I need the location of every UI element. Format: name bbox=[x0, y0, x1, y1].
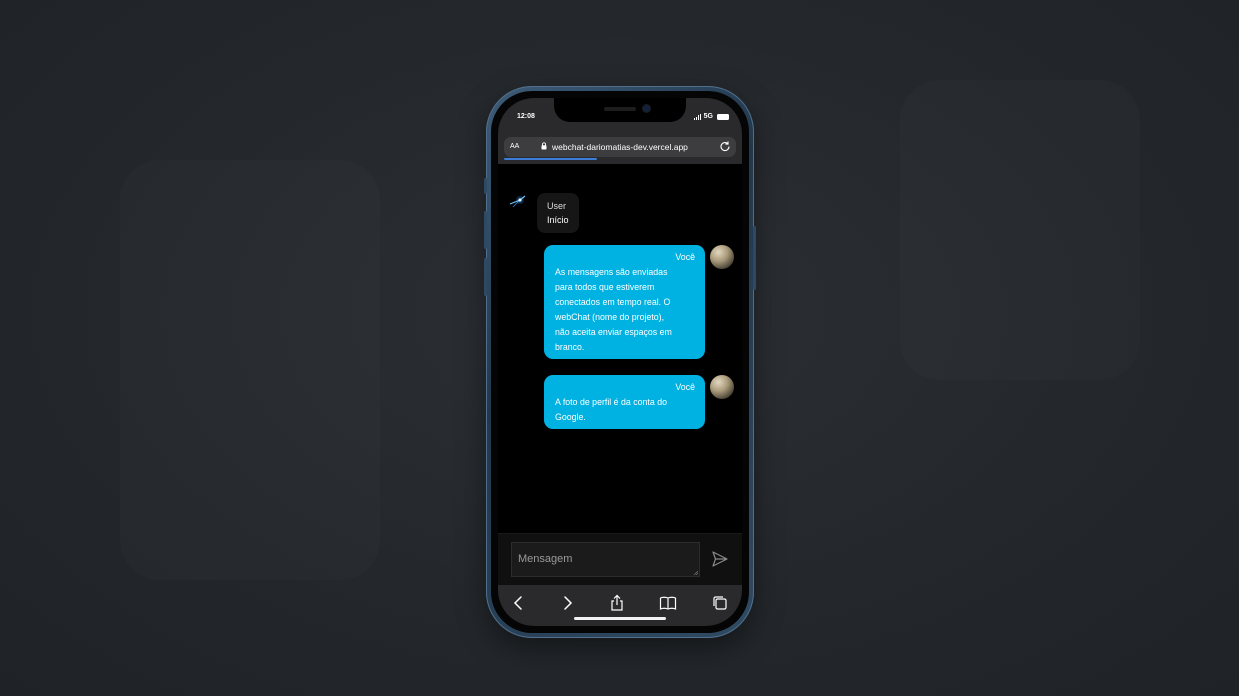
message-line: conectados em tempo real. O bbox=[555, 297, 671, 307]
resize-grip-icon[interactable] bbox=[693, 570, 698, 575]
phone-bezel: 12:08 5G AA webchat-dariomatias-dev.verc… bbox=[491, 91, 749, 633]
book-icon[interactable] bbox=[659, 594, 677, 612]
browser-toolbar bbox=[498, 585, 742, 626]
message-bubble-outgoing: Você As mensagens são enviadas para todo… bbox=[544, 245, 705, 359]
phone-side-button bbox=[484, 211, 487, 249]
send-icon[interactable] bbox=[711, 550, 729, 568]
message-composer: Mensagem bbox=[498, 533, 742, 586]
notch bbox=[554, 98, 686, 122]
message-sender: Você bbox=[675, 382, 695, 392]
status-indicators: 5G bbox=[693, 113, 729, 120]
message-line: para todos que estiverem bbox=[555, 282, 655, 292]
phone-mockup: 12:08 5G AA webchat-dariomatias-dev.verc… bbox=[484, 86, 756, 638]
chat-area[interactable]: User Início Você As mensagens são enviad… bbox=[498, 164, 742, 533]
message-line: não aceita enviar espaços em bbox=[555, 327, 672, 337]
message-bubble-outgoing: Você A foto de perfil é da conta do Goog… bbox=[544, 375, 705, 429]
user-avatar bbox=[509, 195, 526, 208]
message-input-placeholder: Mensagem bbox=[518, 553, 573, 565]
phone-side-button bbox=[484, 178, 487, 194]
battery-icon bbox=[717, 113, 729, 120]
background-shape bbox=[120, 160, 380, 580]
message-sender: Você bbox=[675, 252, 695, 262]
address-bar[interactable]: AA webchat-dariomatias-dev.vercel.app bbox=[504, 137, 736, 157]
message-sender: User bbox=[547, 201, 567, 211]
tabs-icon[interactable] bbox=[711, 594, 729, 612]
profile-avatar bbox=[710, 375, 734, 399]
message-text: Início bbox=[547, 215, 569, 225]
message-line: branco. bbox=[555, 342, 585, 352]
message-line: A foto de perfil é da conta do bbox=[555, 397, 667, 407]
signal-icon bbox=[693, 113, 702, 120]
page-load-progress bbox=[504, 158, 597, 160]
status-time: 12:08 bbox=[517, 113, 535, 120]
profile-avatar bbox=[710, 245, 734, 269]
home-indicator[interactable] bbox=[574, 617, 666, 620]
text-size-button[interactable]: AA bbox=[510, 143, 519, 150]
chevron-left-icon[interactable] bbox=[510, 594, 528, 612]
lock-icon bbox=[541, 142, 547, 150]
phone-side-button bbox=[753, 226, 756, 290]
network-label: 5G bbox=[703, 113, 713, 120]
speaker-grille bbox=[604, 107, 636, 111]
message-input[interactable]: Mensagem bbox=[511, 542, 700, 577]
browser-address-area: AA webchat-dariomatias-dev.vercel.app bbox=[498, 128, 742, 164]
message-line: Google. bbox=[555, 412, 586, 422]
message-line: As mensagens são enviadas bbox=[555, 267, 668, 277]
camera-icon bbox=[643, 105, 650, 112]
chevron-right-icon[interactable] bbox=[558, 594, 576, 612]
phone-screen: 12:08 5G AA webchat-dariomatias-dev.verc… bbox=[498, 98, 742, 626]
share-icon[interactable] bbox=[608, 594, 626, 612]
message-line: webChat (nome do projeto), bbox=[555, 312, 665, 322]
background-shape bbox=[900, 80, 1140, 380]
phone-side-button bbox=[484, 258, 487, 296]
url-text: webchat-dariomatias-dev.vercel.app bbox=[552, 142, 688, 152]
reload-icon[interactable] bbox=[719, 140, 731, 153]
message-bubble: User Início bbox=[537, 193, 579, 233]
